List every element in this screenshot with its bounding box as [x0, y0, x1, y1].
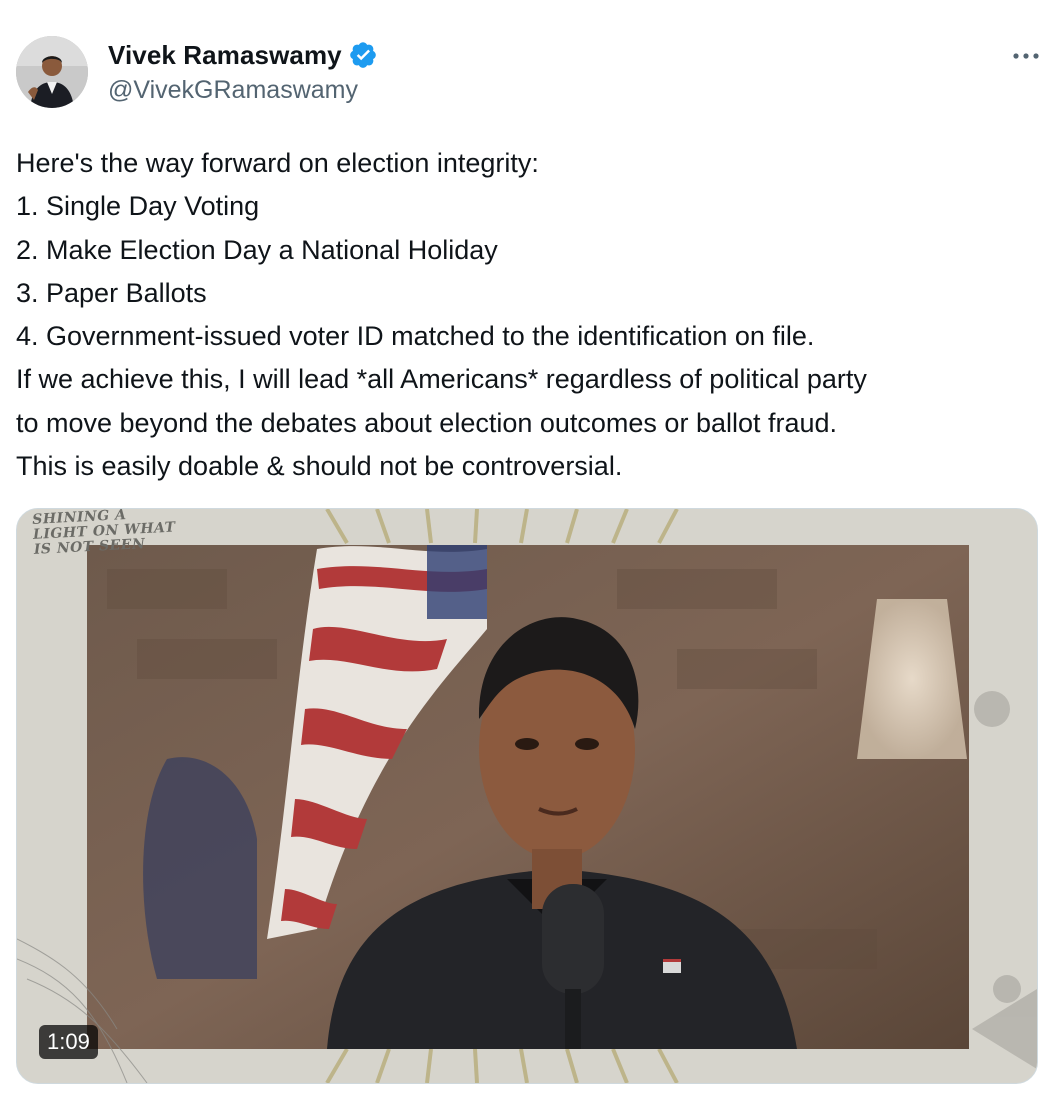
avatar-image — [16, 36, 88, 108]
display-name-row: Vivek Ramaswamy — [108, 38, 378, 72]
more-options-button[interactable] — [1008, 42, 1044, 70]
tweet-line: This is easily doable & should not be co… — [16, 451, 623, 482]
tweet-line: Here's the way forward on election integ… — [16, 148, 539, 178]
more-horizontal-icon — [1013, 53, 1039, 59]
author-handle[interactable]: @VivekGRamaswamy — [108, 76, 378, 105]
tweet-line: If we achieve this, I will lead *all Ame… — [16, 364, 867, 395]
avatar[interactable] — [16, 36, 88, 108]
video-player[interactable]: SHINING A LIGHT ON WHAT IS NOT SEEN 1:09 — [16, 508, 1038, 1084]
tweet-line: 1. Single Day Voting — [16, 191, 260, 222]
tweet-text: Here's the way forward on election integ… — [16, 142, 1046, 488]
tweet-line: 3. Paper Ballots — [16, 277, 207, 308]
tweet-line: 4. Government-issued voter ID matched to… — [16, 321, 815, 352]
tweet-line: to move beyond the debates about electio… — [16, 407, 838, 438]
video-thumbnail — [17, 509, 1037, 1083]
video-duration-badge: 1:09 — [39, 1025, 98, 1059]
author-names: Vivek Ramaswamy @VivekGRamaswamy — [108, 38, 378, 105]
verified-badge-icon[interactable] — [348, 40, 378, 70]
display-name[interactable]: Vivek Ramaswamy — [108, 40, 342, 71]
tweet-header: Vivek Ramaswamy @VivekGRamaswamy — [16, 36, 1046, 112]
overlay-stamp: SHINING A LIGHT ON WHAT IS NOT SEEN — [31, 508, 177, 558]
tweet-line: 2. Make Election Day a National Holiday — [16, 234, 498, 265]
